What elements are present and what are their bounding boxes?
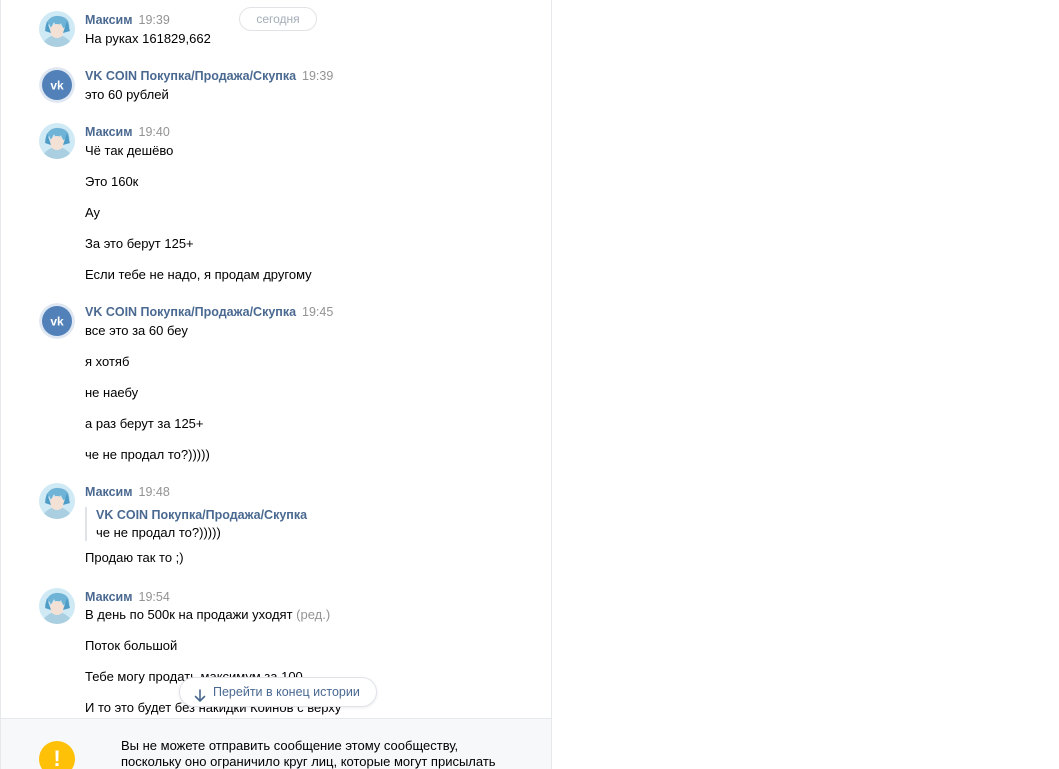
message-time[interactable]: 19:45 <box>302 305 333 319</box>
message-header: Максим 19:39 <box>85 13 170 27</box>
message-text: Продаю так то ;) <box>85 550 184 565</box>
author-link[interactable]: Максим <box>85 590 133 604</box>
message-text: че не продал то?))))) <box>85 447 210 462</box>
message-header: VK COIN Покупка/Продажа/Скупка 19:45 <box>85 305 333 319</box>
message-time[interactable]: 19:48 <box>139 485 170 499</box>
message-text: Чё так дешёво <box>85 143 174 158</box>
warning-icon: ! <box>39 741 75 769</box>
message-text: все это за 60 беу <box>85 323 188 338</box>
message-header: Максим 19:48 <box>85 485 170 499</box>
message-text: Поток большой <box>85 638 178 653</box>
message-time[interactable]: 19:54 <box>139 590 170 604</box>
notice-text: Вы не можете отправить сообщение этому с… <box>121 738 496 769</box>
message-text: я хотяб <box>85 354 130 369</box>
author-link[interactable]: VK COIN Покупка/Продажа/Скупка <box>85 305 296 319</box>
composer-disabled-notice: ! Вы не можете отправить сообщение этому… <box>1 718 551 769</box>
message-text-content: В день по 500к на продажи уходят <box>85 607 293 622</box>
message-text: не наебу <box>85 385 139 400</box>
jump-to-end-button[interactable]: Перейти в конец истории <box>179 677 377 707</box>
message-text: Если тебе не надо, я продам другому <box>85 267 312 282</box>
forwarded-message[interactable]: VK COIN Покупка/Продажа/Скупка че не про… <box>85 507 307 541</box>
message-text: В день по 500к на продажи уходят (ред.) <box>85 607 330 623</box>
message-text: За это берут 125+ <box>85 236 194 251</box>
svg-text:vk: vk <box>50 315 64 329</box>
warning-glyph: ! <box>53 746 61 769</box>
author-link[interactable]: Максим <box>85 125 133 139</box>
message-text: а раз берут за 125+ <box>85 416 204 431</box>
vk-logo-icon[interactable]: vk <box>39 67 75 103</box>
author-link[interactable]: Максим <box>85 485 133 499</box>
message-header: Максим 19:40 <box>85 125 170 139</box>
vk-logo-icon[interactable]: vk <box>39 303 75 339</box>
message-text: Это 160к <box>85 174 139 189</box>
message-time[interactable]: 19:39 <box>139 13 170 27</box>
author-link[interactable]: Максим <box>85 13 133 27</box>
arrow-down-icon <box>194 685 206 713</box>
user-avatar[interactable] <box>39 11 75 47</box>
chat-window: сегодня Максим 19:39 На руках 161829,662 <box>0 0 552 769</box>
svg-text:vk: vk <box>50 79 64 93</box>
user-avatar[interactable] <box>39 123 75 159</box>
quote-author[interactable]: VK COIN Покупка/Продажа/Скупка <box>96 507 307 523</box>
user-avatar[interactable] <box>39 483 75 519</box>
message-header: VK COIN Покупка/Продажа/Скупка 19:39 <box>85 69 333 83</box>
message-history[interactable]: сегодня Максим 19:39 На руках 161829,662 <box>1 0 551 718</box>
message-time[interactable]: 19:39 <box>302 69 333 83</box>
message-text: Ау <box>85 205 101 220</box>
date-separator: сегодня <box>239 7 317 31</box>
user-avatar[interactable] <box>39 588 75 624</box>
quote-text: че не продал то?))))) <box>96 525 221 540</box>
message-text: это 60 рублей <box>85 87 169 102</box>
edited-mark[interactable]: (ред.) <box>296 607 330 622</box>
message-time[interactable]: 19:40 <box>139 125 170 139</box>
jump-to-end-label: Перейти в конец истории <box>213 685 360 699</box>
message-header: Максим 19:54 <box>85 590 170 604</box>
message-text: На руках 161829,662 <box>85 31 211 46</box>
author-link[interactable]: VK COIN Покупка/Продажа/Скупка <box>85 69 296 83</box>
